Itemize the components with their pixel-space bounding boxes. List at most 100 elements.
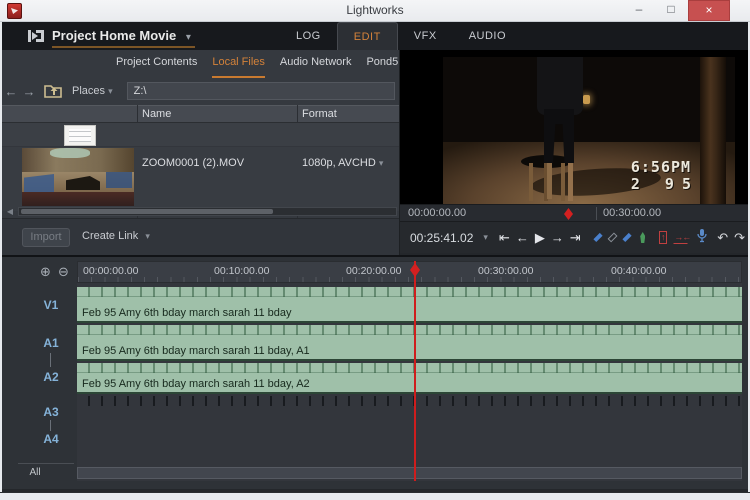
timeline-overview-bar[interactable] xyxy=(77,467,742,479)
insert-edit-icon[interactable]: →← xyxy=(673,231,688,244)
import-button[interactable]: Import xyxy=(22,228,70,247)
chevron-down-icon: ▾ xyxy=(108,86,113,96)
forward-icon[interactable]: → xyxy=(20,84,38,99)
ruler-tick-label: 00:20:00.00 xyxy=(346,265,401,277)
track-label-a1[interactable]: A1 xyxy=(36,336,66,350)
chevron-down-icon[interactable]: ▾ xyxy=(483,232,488,243)
ruler-tick-label: 00:30:00.00 xyxy=(478,265,533,277)
timeline-clip-a2[interactable]: Feb 95 Amy 6th bday march sarah 11 bday,… xyxy=(77,363,742,394)
tab-vfx[interactable]: VFX xyxy=(398,22,453,50)
file-format-dropdown[interactable]: 1080p, AVCHD ▾ xyxy=(302,157,383,169)
preview-monitor: 6:56PM 2 95 xyxy=(400,50,748,204)
file-table-header: Name Format xyxy=(2,105,399,123)
thumb-detail xyxy=(22,192,134,206)
exit-project-icon[interactable] xyxy=(26,28,46,44)
horizontal-scrollbar: ◀ xyxy=(2,205,399,218)
step-back-icon[interactable]: ← xyxy=(516,231,529,244)
go-to-start-icon[interactable]: ⇤ xyxy=(499,231,510,244)
file-row[interactable] xyxy=(2,123,399,147)
viewer-position-marker[interactable] xyxy=(564,208,573,220)
viewer-end-timecode: 00:30:00.00 xyxy=(603,207,661,219)
timeline-panel: ⊕ ⊖ 00:00:00.00 00:10:00.00 00:20:00.00 … xyxy=(2,255,748,489)
column-header-name[interactable]: Name xyxy=(142,106,171,123)
document-thumbnail xyxy=(64,125,96,146)
voiceover-mic-icon[interactable] xyxy=(696,228,708,248)
minimize-button[interactable]: – xyxy=(624,0,654,21)
file-row[interactable]: ZOOM0001 (2).MOV 1080p, AVCHD ▾ xyxy=(2,147,399,211)
create-link-dropdown[interactable]: Create Link ▾ xyxy=(82,230,150,242)
project-title-dropdown[interactable]: Project Home Movie ▾ xyxy=(52,26,195,48)
ruler-tick-label: 00:00:00.00 xyxy=(83,265,138,277)
viewer-timebar-divider xyxy=(596,207,597,220)
file-browser-panel: Project Contents Local Files Audio Netwo… xyxy=(2,50,400,255)
tab-log[interactable]: LOG xyxy=(280,22,337,50)
viewer-start-timecode: 00:00:00.00 xyxy=(408,207,466,219)
tab-project-contents[interactable]: Project Contents xyxy=(116,56,197,78)
scroll-left-icon[interactable]: ◀ xyxy=(2,207,18,216)
chevron-down-icon: ▾ xyxy=(145,231,150,241)
zoom-in-icon[interactable]: ⊕ xyxy=(40,264,51,280)
thumb-detail xyxy=(106,172,132,188)
all-tracks-label[interactable]: All xyxy=(20,467,50,478)
viewer-timebar[interactable]: 00:00:00.00 00:30:00.00 xyxy=(400,204,748,222)
column-header-format[interactable]: Format xyxy=(302,106,337,123)
timeline-clip-a1[interactable]: Feb 95 Amy 6th bday march sarah 11 bday,… xyxy=(77,325,742,361)
track-label-a4[interactable]: A4 xyxy=(36,432,66,446)
top-nav-bar: Project Home Movie ▾ LOG EDIT VFX AUDIO xyxy=(2,22,748,50)
camcorder-time: 6:56PM xyxy=(631,159,699,176)
mark-in-icon[interactable] xyxy=(593,233,602,242)
close-button[interactable]: × xyxy=(688,0,730,21)
transport-bar: 00:25:41.02 ▾ ⇤ ← ▶ → ⇥ ↑ →← ↶ ↷ xyxy=(400,222,748,253)
go-to-end-icon[interactable]: ⇥ xyxy=(570,231,581,244)
back-icon[interactable]: ← xyxy=(2,84,20,99)
timeline-ruler[interactable]: 00:00:00.00 00:10:00.00 00:20:00.00 00:3… xyxy=(77,261,742,283)
track-label-a3[interactable]: A3 xyxy=(36,405,66,419)
scrollbar-thumb[interactable] xyxy=(21,209,273,214)
park-home-icon[interactable] xyxy=(640,232,645,243)
mark-point-icon[interactable] xyxy=(607,232,617,242)
clip-label: Feb 95 Amy 6th bday march sarah 11 bday xyxy=(82,307,292,319)
video-scene-light xyxy=(583,95,590,104)
main-tabs: LOG EDIT VFX AUDIO xyxy=(280,22,522,50)
tab-local-files[interactable]: Local Files xyxy=(212,56,265,78)
path-input[interactable]: Z:\ xyxy=(127,82,395,100)
empty-track-ticks xyxy=(77,396,742,406)
play-icon[interactable]: ▶ xyxy=(535,231,545,244)
camcorder-date: 2 95 xyxy=(631,176,699,193)
redo-icon[interactable]: ↷ xyxy=(734,230,745,246)
tab-edit[interactable]: EDIT xyxy=(337,22,398,50)
maximize-button[interactable]: □ xyxy=(656,0,686,21)
video-frame: 6:56PM 2 95 xyxy=(443,57,735,204)
ruler-tick-label: 00:40:00.00 xyxy=(611,265,666,277)
file-name: ZOOM0001 (2).MOV xyxy=(142,157,244,169)
step-forward-icon[interactable]: → xyxy=(551,231,564,244)
ruler-tick-label: 00:10:00.00 xyxy=(214,265,269,277)
video-thumbnail[interactable] xyxy=(22,148,134,206)
places-dropdown[interactable]: Places ▾ xyxy=(72,85,113,97)
replace-edit-icon[interactable]: ↑ xyxy=(659,231,667,244)
playhead-line[interactable] xyxy=(414,261,416,481)
clip-label: Feb 95 Amy 6th bday march sarah 11 bday,… xyxy=(82,345,310,357)
window-border-bottom xyxy=(0,492,750,500)
chevron-down-icon: ▾ xyxy=(379,158,384,168)
timeline-clip-v1[interactable]: Feb 95 Amy 6th bday march sarah 11 bday xyxy=(77,287,742,323)
file-format-label: 1080p, AVCHD xyxy=(302,157,376,169)
places-label: Places xyxy=(72,85,105,97)
tab-pond5[interactable]: Pond5 xyxy=(366,56,398,78)
zoom-out-icon[interactable]: ⊖ xyxy=(58,264,69,280)
track-label-a2[interactable]: A2 xyxy=(36,370,66,384)
mark-out-icon[interactable] xyxy=(623,233,632,242)
chevron-down-icon: ▾ xyxy=(186,32,191,43)
browser-tabs: Project Contents Local Files Audio Netwo… xyxy=(2,56,399,78)
up-folder-icon[interactable] xyxy=(42,83,64,99)
tab-audio[interactable]: AUDIO xyxy=(453,22,522,50)
tab-audio-network[interactable]: Audio Network xyxy=(280,56,352,78)
project-title-label: Project Home Movie xyxy=(52,28,176,43)
clip-label: Feb 95 Amy 6th bday march sarah 11 bday,… xyxy=(82,378,310,390)
scrollbar-track[interactable] xyxy=(18,207,397,216)
track-label-v1[interactable]: V1 xyxy=(36,298,66,312)
file-list: ZOOM0001 (2).MOV 1080p, AVCHD ▾ xyxy=(2,123,399,205)
undo-icon[interactable]: ↶ xyxy=(717,230,728,246)
current-timecode[interactable]: 00:25:41.02 xyxy=(410,231,473,245)
browser-bottom-bar: Import Create Link ▾ xyxy=(2,218,399,255)
